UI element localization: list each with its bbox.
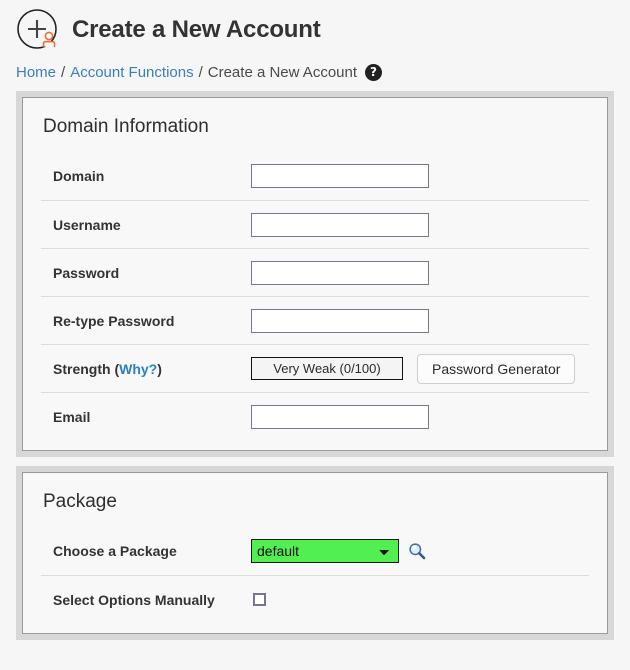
add-user-icon (16, 8, 60, 52)
form-row-select-options-manually: Select Options Manually (41, 575, 589, 623)
panel-title-package: Package (43, 491, 117, 512)
retype-password-input[interactable] (251, 308, 429, 333)
why-link[interactable]: Why? (119, 361, 157, 377)
control-password (251, 260, 589, 285)
package-panel-wrap: Package Choose a Package default Select … (16, 466, 614, 640)
choose-package-select[interactable]: default (251, 539, 399, 563)
form-row-strength: Strength (Why?) Very Weak (0/100) Passwo… (41, 344, 589, 392)
breadcrumb-separator: / (198, 63, 203, 81)
form-row-username: Username (41, 200, 589, 248)
domain-information-panel-wrap: Domain Information Domain Username Passw… (16, 91, 614, 457)
question-mark-icon[interactable]: ? (365, 63, 383, 81)
label-strength-paren-open: ( (110, 360, 120, 377)
breadcrumb-item-account-functions[interactable]: Account Functions (70, 64, 193, 81)
breadcrumb-item-home[interactable]: Home (16, 64, 56, 81)
form-row-choose-package: Choose a Package default (41, 527, 589, 575)
label-select-options-manually: Select Options Manually (53, 591, 215, 608)
label-retype-password: Re-type Password (53, 312, 175, 329)
control-domain (251, 164, 589, 188)
magnifier-icon[interactable] (408, 542, 426, 560)
breadcrumb: Home / Account Functions / Create a New … (0, 50, 630, 82)
label-strength-paren-close: ) (157, 360, 162, 377)
control-email (251, 404, 589, 429)
page-title: Create a New Account (72, 16, 321, 43)
select-options-manually-checkbox[interactable] (253, 593, 266, 606)
panel-title-domain-information: Domain Information (43, 116, 209, 137)
control-strength: Very Weak (0/100) Password Generator (251, 353, 589, 384)
control-select-options-manually (251, 593, 589, 606)
label-username: Username (53, 216, 121, 233)
page-header: Create a New Account (0, 0, 630, 50)
domain-input[interactable] (251, 164, 429, 188)
domain-information-panel: Domain Information Domain Username Passw… (22, 97, 608, 451)
label-strength-text: Strength (53, 360, 111, 377)
control-retype-password (251, 308, 589, 333)
label-choose-package: Choose a Package (53, 543, 177, 559)
package-panel: Package Choose a Package default Select … (22, 472, 608, 634)
label-strength: Strength (Why?) (41, 361, 251, 377)
password-strength-badge: Very Weak (0/100) (251, 357, 403, 380)
breadcrumb-item-current: Create a New Account (207, 63, 358, 81)
email-input[interactable] (251, 404, 429, 429)
password-generator-button[interactable]: Password Generator (417, 353, 576, 384)
label-password: Password (53, 264, 120, 281)
form-row-password: Password (41, 248, 589, 296)
password-input[interactable] (251, 260, 429, 285)
form-row-email: Email (41, 392, 589, 440)
breadcrumb-separator: / (61, 63, 66, 81)
username-input[interactable] (251, 212, 429, 237)
label-domain: Domain (53, 168, 105, 184)
control-choose-package: default (251, 539, 589, 563)
form-row-domain: Domain (41, 152, 589, 200)
control-username (251, 212, 589, 237)
label-email: Email (53, 408, 91, 425)
form-row-retype-password: Re-type Password (41, 296, 589, 344)
